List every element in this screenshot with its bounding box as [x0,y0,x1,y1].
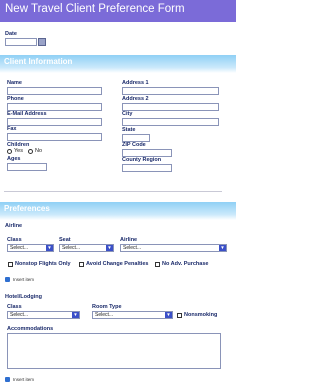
children-yes-radio[interactable] [7,149,12,154]
no-adv-purchase-checkbox[interactable] [155,262,160,267]
address2-input[interactable] [122,103,219,111]
fax-input[interactable] [7,133,102,141]
insert-item-icon[interactable] [5,277,10,282]
state-input[interactable] [122,134,150,142]
state-label: State [122,127,136,133]
room-type-select[interactable]: Select... ▼ [92,311,173,319]
nonstop-checkbox[interactable] [8,262,13,267]
date-input[interactable] [5,38,37,46]
children-yes-label: Yes [14,148,23,154]
avoid-penalties-label: Avoid Change Penalties [86,261,149,267]
air-class-label: Class [7,237,22,243]
address1-label: Address 1 [122,80,149,86]
nonsmoking-label: Nonsmoking [184,312,218,318]
city-label: City [122,111,133,117]
zip-label: ZIP Code [122,142,146,148]
air-class-select-value: Select... [10,245,29,251]
section-divider [4,191,222,192]
insert-item-link-2[interactable]: Insert item [13,377,34,382]
name-input[interactable] [7,87,102,95]
accommodations-textarea[interactable] [7,333,221,369]
client-info-heading: Client Information [4,57,73,66]
insert-item-icon-2[interactable] [5,377,10,382]
insert-item-link[interactable]: Insert item [13,277,34,282]
seat-select-value: Select... [62,245,81,251]
nonstop-label: Nonstop Flights Only [15,261,71,267]
children-no-label: No [35,148,43,154]
room-type-select-value: Select... [95,312,114,318]
seat-label: Seat [59,237,71,243]
phone-label: Phone [7,96,24,102]
preferences-heading: Preferences [4,204,50,213]
chevron-down-icon: ▼ [219,245,226,251]
address2-label: Address 2 [122,96,149,102]
city-input[interactable] [122,118,219,126]
children-no-radio[interactable] [28,149,33,154]
fax-label: Fax [7,126,17,132]
chevron-down-icon: ▼ [72,312,79,318]
email-label: E-Mail Address [7,111,47,117]
hotel-class-select[interactable]: Select... ▼ [7,311,80,319]
airline-heading: Airline [5,223,23,229]
ages-label: Ages [7,156,21,162]
room-type-label: Room Type [92,304,122,310]
hotel-class-label: Class [7,304,22,310]
county-label: County Region [122,157,162,163]
hotel-class-select-value: Select... [10,312,29,318]
zip-input[interactable] [122,149,172,157]
air-class-select[interactable]: Select... ▼ [7,244,54,252]
chevron-down-icon: ▼ [46,245,53,251]
seat-select[interactable]: Select... ▼ [59,244,114,252]
airline-label: Airline [120,237,138,243]
email-input[interactable] [7,118,102,126]
hotel-heading: Hotel/Lodging [5,294,42,300]
avoid-penalties-checkbox[interactable] [79,262,84,267]
address1-input[interactable] [122,87,219,95]
airline-select-value: Select... [123,245,142,251]
chevron-down-icon: ▼ [165,312,172,318]
accommodations-label: Accommodations [7,326,54,332]
ages-input[interactable] [7,163,47,171]
name-label: Name [7,80,22,86]
no-adv-purchase-label: No Adv. Purchase [162,261,209,267]
airline-select[interactable]: Select... ▼ [120,244,227,252]
calendar-icon[interactable] [38,38,46,46]
date-label: Date [5,31,17,37]
form-title: New Travel Client Preference Form [5,3,185,15]
phone-input[interactable] [7,103,102,111]
nonsmoking-checkbox[interactable] [177,313,182,318]
county-input[interactable] [122,164,172,172]
chevron-down-icon: ▼ [106,245,113,251]
